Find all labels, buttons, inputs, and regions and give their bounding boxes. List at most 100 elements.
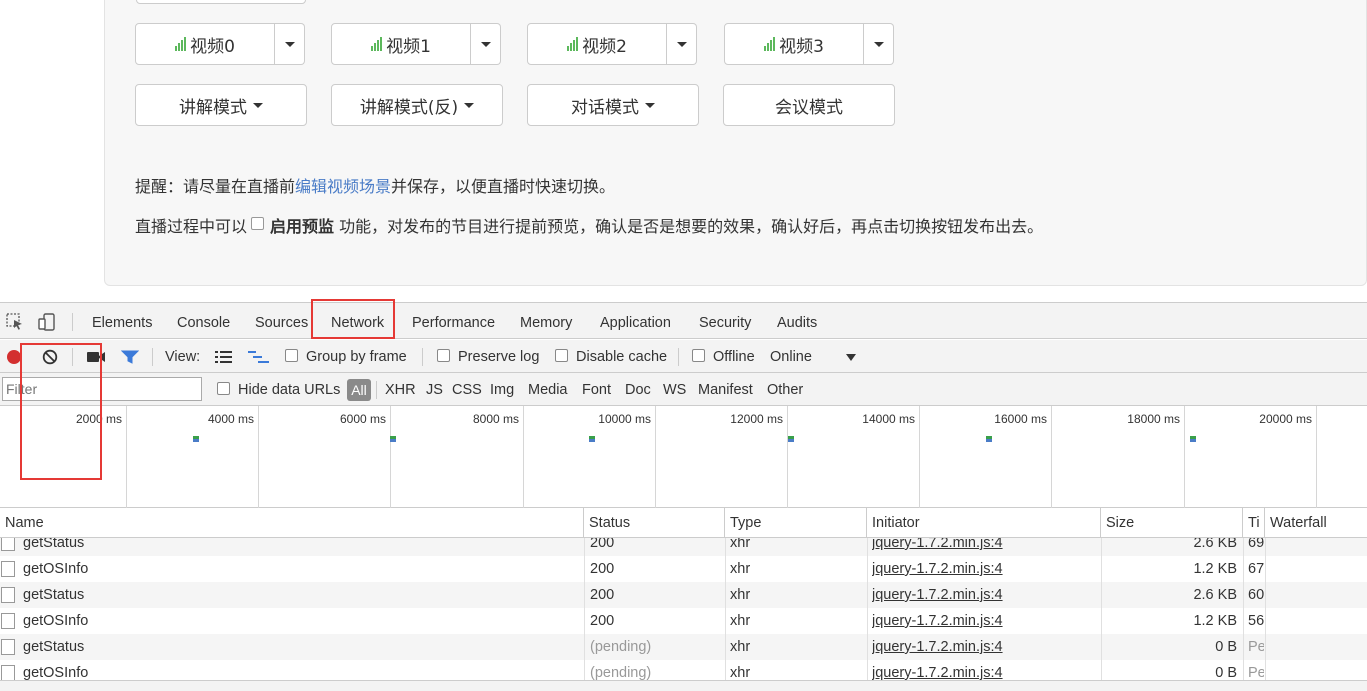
toolbar-separator [422, 348, 423, 366]
column-divider [1101, 538, 1102, 691]
request-name: getOSInfo [23, 561, 89, 577]
lecture-mode-reverse-button[interactable]: 讲解模式(反) [331, 84, 503, 126]
request-initiator-link[interactable]: jquery-1.7.2.min.js:4 [872, 634, 1097, 660]
filter-type-media[interactable]: Media [528, 382, 568, 398]
large-rows-icon[interactable] [215, 351, 232, 363]
column-divider [584, 538, 585, 691]
column-header-waterfall[interactable]: Waterfall [1265, 508, 1367, 538]
request-initiator-link[interactable]: jquery-1.7.2.min.js:4 [872, 608, 1097, 634]
file-icon [1, 639, 15, 655]
filter-type-all[interactable]: All [347, 379, 371, 401]
caret-down-icon [873, 41, 884, 47]
video-2-button[interactable]: 视频2 [527, 23, 667, 65]
filter-separator [376, 381, 377, 399]
devtools-panel: Elements Console Sources Network Perform… [0, 299, 1367, 691]
table-row[interactable]: getOSInfo 200 xhr jquery-1.7.2.min.js:4 1.2 … [0, 556, 1367, 582]
hide-data-urls-checkbox[interactable] [217, 382, 230, 395]
overview-request-mark [589, 436, 595, 442]
disable-cache-checkbox[interactable] [555, 349, 568, 362]
overview-tick-label: 16000 ms [994, 412, 1047, 426]
request-initiator-link[interactable]: jquery-1.7.2.min.js:4 [872, 538, 1097, 556]
inspect-element-icon[interactable] [6, 313, 24, 331]
file-icon [1, 613, 15, 629]
filter-type-doc[interactable]: Doc [625, 382, 651, 398]
overview-gridline [1316, 406, 1317, 508]
overview-waterfall-icon[interactable] [248, 351, 270, 363]
column-header-type[interactable]: Type [725, 508, 867, 538]
video-button-group-0: 视频0 [135, 23, 305, 65]
video-3-dropdown-button[interactable] [864, 23, 894, 65]
request-type: xhr [730, 587, 751, 603]
signal-icon [175, 37, 187, 51]
filter-type-xhr[interactable]: XHR [385, 382, 416, 398]
tab-console[interactable]: Console [177, 315, 230, 331]
table-row[interactable]: getStatus 200 xhr jquery-1.7.2.min.js:4 2.6 … [0, 538, 1367, 556]
request-rows: getStatus 200 xhr jquery-1.7.2.min.js:4 2.6 … [0, 538, 1367, 691]
edit-video-scene-link[interactable]: 编辑视频场景 [295, 177, 391, 196]
filter-type-js[interactable]: JS [426, 382, 443, 398]
overview-tick-label: 10000 ms [598, 412, 651, 426]
column-header-status[interactable]: Status [584, 508, 725, 538]
filter-type-ws[interactable]: WS [663, 382, 686, 398]
tab-audits[interactable]: Audits [777, 315, 817, 331]
request-initiator-link[interactable]: jquery-1.7.2.min.js:4 [872, 556, 1097, 582]
request-time: 60 [1248, 587, 1264, 603]
column-divider [1243, 538, 1244, 691]
cut-off-button[interactable] [136, 0, 306, 4]
throttle-dropdown-icon[interactable] [846, 354, 856, 361]
tab-security[interactable]: Security [699, 315, 751, 331]
overview-tick-label: 4000 ms [207, 412, 254, 426]
tip-preview: 直播过程中可以 启用预监 功能，对发布的节目进行提前预览，确认是否是想要的效果，确… [135, 213, 1043, 237]
tab-memory[interactable]: Memory [520, 315, 572, 331]
column-header-name[interactable]: Name [0, 508, 584, 538]
table-row[interactable]: getStatus (pending) xhr jquery-1.7.2.min.js… [0, 634, 1367, 660]
preserve-log-label: Preserve log [458, 349, 540, 365]
table-row[interactable]: getOSInfo 200 xhr jquery-1.7.2.min.js:4 1.2 … [0, 608, 1367, 634]
tab-performance[interactable]: Performance [412, 315, 495, 331]
file-icon [1, 587, 15, 603]
network-overview-timeline[interactable]: 2000 ms 4000 ms 6000 ms 8000 ms 10000 ms 1200… [0, 406, 1367, 508]
meeting-mode-button[interactable]: 会议模式 [723, 84, 895, 126]
caret-down-icon [480, 41, 491, 47]
overview-request-mark [1190, 436, 1196, 442]
video-0-dropdown-button[interactable] [275, 23, 305, 65]
video-1-dropdown-button[interactable] [471, 23, 501, 65]
lecture-mode-button[interactable]: 讲解模式 [135, 84, 307, 126]
request-status: 200 [590, 587, 615, 603]
request-name: getStatus [23, 538, 85, 551]
filter-type-css[interactable]: CSS [452, 382, 482, 398]
filter-type-manifest[interactable]: Manifest [698, 382, 753, 398]
preserve-log-checkbox[interactable] [437, 349, 450, 362]
video-3-button[interactable]: 视频3 [724, 23, 864, 65]
dialogue-mode-button[interactable]: 对话模式 [527, 84, 699, 126]
tip-preview-text: 直播过程中可以 [135, 217, 248, 236]
video-2-dropdown-button[interactable] [667, 23, 697, 65]
tab-elements[interactable]: Elements [92, 315, 152, 331]
offline-checkbox[interactable] [692, 349, 705, 362]
video-1-button[interactable]: 视频1 [331, 23, 471, 65]
request-time: 67 [1248, 561, 1264, 577]
overview-request-mark [788, 436, 794, 442]
column-header-initiator[interactable]: Initiator [867, 508, 1101, 538]
column-header-size[interactable]: Size [1101, 508, 1243, 538]
request-status: 200 [590, 538, 615, 551]
filter-type-font[interactable]: Font [582, 382, 611, 398]
tab-application[interactable]: Application [600, 315, 671, 331]
tab-sources[interactable]: Sources [255, 315, 308, 331]
overview-gridline [126, 406, 127, 508]
request-size: 1.2 KB [1193, 561, 1237, 577]
device-toolbar-icon[interactable] [38, 313, 56, 331]
request-initiator-link[interactable]: jquery-1.7.2.min.js:4 [872, 582, 1097, 608]
column-header-time[interactable]: Ti [1243, 508, 1265, 538]
devtools-status-bar [0, 680, 1367, 691]
group-by-frame-checkbox[interactable] [285, 349, 298, 362]
video-0-button[interactable]: 视频0 [135, 23, 275, 65]
filter-type-other[interactable]: Other [767, 382, 803, 398]
table-row[interactable]: getStatus 200 xhr jquery-1.7.2.min.js:4 2.6 … [0, 582, 1367, 608]
filter-type-img[interactable]: Img [490, 382, 514, 398]
enable-preview-checkbox[interactable] [251, 217, 265, 230]
throttle-select[interactable]: Online [770, 349, 812, 365]
overview-tick-label: 14000 ms [862, 412, 915, 426]
filter-icon[interactable] [121, 350, 139, 364]
view-label: View: [165, 349, 201, 365]
